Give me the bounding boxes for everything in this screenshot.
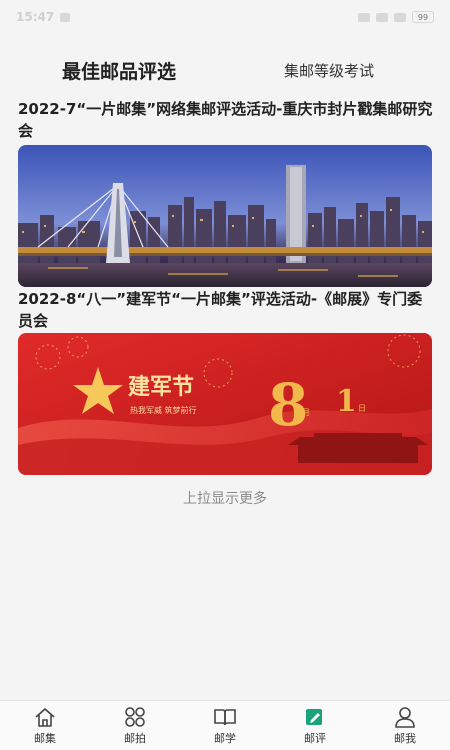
banner-main-text: 建军节	[128, 375, 194, 400]
nav-label: 邮评	[304, 731, 326, 745]
banner-sub-text: 热我军威 筑梦前行	[130, 405, 197, 415]
card-title[interactable]: 2022-7“一片邮集”网络集邮评选活动-重庆市封片戳集邮研究会	[18, 98, 436, 142]
army-day-banner[interactable]: 建军节 热我军威 筑梦前行 8 月 1 日	[18, 333, 432, 475]
bottom-nav: 邮集 邮拍 邮学 邮评 邮我	[0, 700, 450, 750]
nav-item-learn[interactable]: 邮学	[180, 701, 270, 750]
nav-label: 邮我	[394, 731, 416, 745]
gate-silhouette	[288, 433, 428, 463]
grid-icon	[125, 706, 145, 727]
army-day-image: 建军节 热我军威 筑梦前行 8 月 1 日	[18, 333, 432, 475]
card-title[interactable]: 2022-8“八一”建军节“一片邮集”评选活动-《邮展》专门委员会	[18, 288, 436, 332]
status-time: 15:47	[16, 10, 55, 24]
banner-day-unit: 日	[358, 404, 366, 413]
user-icon	[395, 706, 415, 728]
nav-item-home[interactable]: 邮集	[0, 701, 90, 750]
nav-item-review[interactable]: 邮评	[270, 701, 360, 750]
nav-label: 邮拍	[124, 731, 146, 745]
chongqing-skyline-image	[18, 145, 432, 287]
banner-month-unit: 月	[302, 408, 310, 417]
status-bar: 15:47 99	[0, 0, 450, 34]
tab-best-stamp-selection[interactable]: 最佳邮品评选	[62, 57, 176, 84]
edit-icon	[306, 708, 322, 725]
banner-month: 8	[268, 371, 308, 439]
battery-icon: 99	[412, 11, 434, 23]
tab-philately-exam[interactable]: 集邮等级考试	[284, 60, 374, 81]
wifi-icon	[394, 12, 406, 22]
chongqing-skyline-banner[interactable]	[18, 145, 432, 287]
top-tabs: 最佳邮品评选 集邮等级考试	[0, 50, 450, 90]
nfc-icon	[358, 12, 370, 22]
signal-icon	[376, 12, 388, 22]
nav-label: 邮集	[34, 731, 56, 745]
banner-day: 1	[336, 384, 357, 419]
nav-item-auction[interactable]: 邮拍	[90, 701, 180, 750]
nav-item-me[interactable]: 邮我	[360, 701, 450, 750]
status-icons: 99	[358, 11, 434, 23]
notification-icon	[60, 12, 71, 22]
pull-to-load-more: 上拉显示更多	[183, 491, 267, 507]
nav-label: 邮学	[214, 731, 236, 745]
book-icon	[214, 708, 236, 725]
home-icon	[35, 707, 55, 727]
